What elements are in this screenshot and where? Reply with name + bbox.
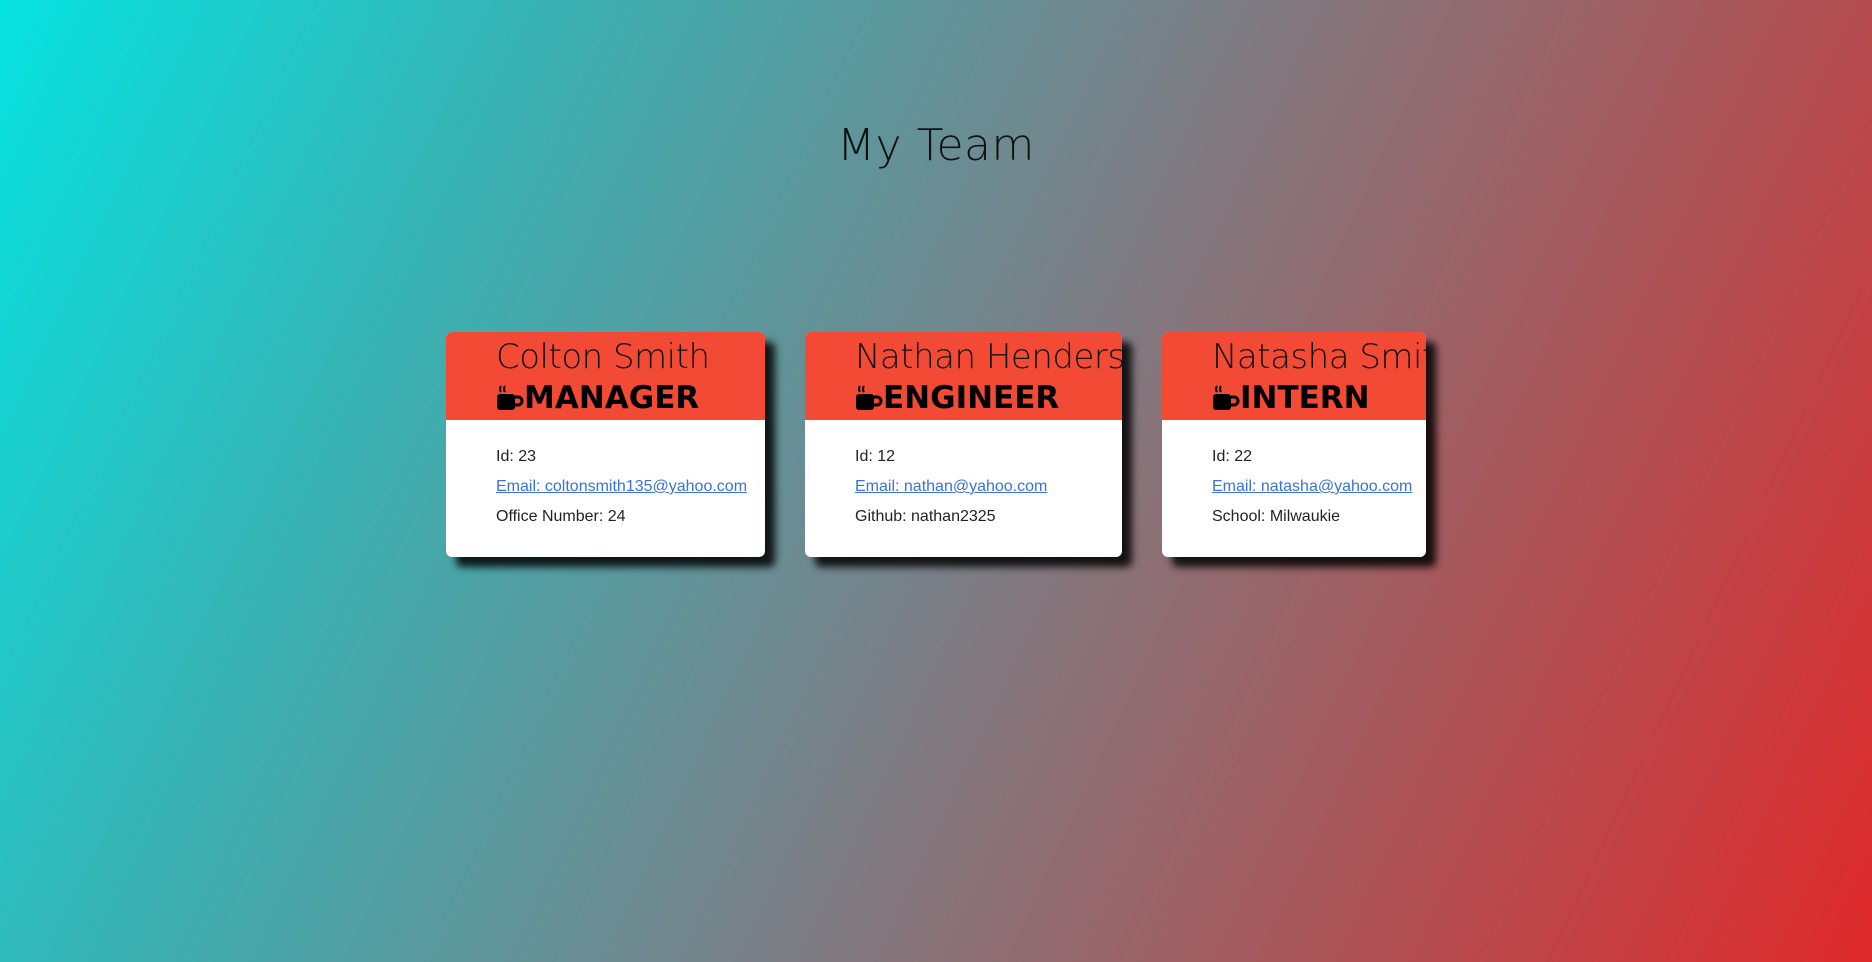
page-title: My Team — [837, 120, 1035, 171]
card-body: Id: 22 Email: natasha@yahoo.com School: … — [1162, 420, 1426, 532]
employee-card-manager: Colton Smith Manager Id: 23 Email: colto… — [446, 332, 765, 557]
card-header: Colton Smith Manager — [446, 332, 765, 420]
employee-name: Colton Smith — [496, 337, 710, 377]
employee-id: Id: 22 — [1212, 448, 1253, 465]
card-body: Id: 12 Email: nathan@yahoo.com Github: n… — [805, 420, 1122, 532]
employee-role: Manager — [496, 380, 765, 416]
role-label: Engineer — [883, 380, 1060, 416]
employee-email-row: Email: nathan@yahoo.com — [855, 472, 1122, 502]
coffee-cup-icon — [855, 384, 883, 412]
employee-email-link[interactable]: Email: natasha@yahoo.com — [1212, 478, 1412, 495]
coffee-cup-icon — [496, 384, 524, 412]
card-header: Nathan Henderson Engineer — [805, 332, 1122, 420]
employee-id: Id: 12 — [855, 448, 896, 465]
employee-email-row: Email: natasha@yahoo.com — [1212, 472, 1426, 502]
employee-name: Natasha Smith — [1212, 337, 1426, 377]
employee-school: School: Milwaukie — [1212, 508, 1341, 525]
employee-office-number: Office Number: 24 — [496, 508, 626, 525]
role-label: Intern — [1240, 380, 1370, 416]
employee-github: Github: nathan2325 — [855, 508, 996, 525]
employee-role: Intern — [1212, 380, 1426, 416]
card-header: Natasha Smith Intern — [1162, 332, 1426, 420]
employee-name: Nathan Henderson — [855, 337, 1122, 377]
coffee-cup-icon — [1212, 384, 1240, 412]
role-label: Manager — [524, 380, 700, 416]
employee-email-row: Email: coltonsmith135@yahoo.com — [496, 472, 765, 502]
employee-card-intern: Natasha Smith Intern Id: 22 Email: natas… — [1162, 332, 1426, 557]
employee-role: Engineer — [855, 380, 1122, 416]
employee-email-link[interactable]: Email: nathan@yahoo.com — [855, 478, 1047, 495]
card-body: Id: 23 Email: coltonsmith135@yahoo.com O… — [446, 420, 765, 532]
employee-email-link[interactable]: Email: coltonsmith135@yahoo.com — [496, 478, 747, 495]
employee-card-engineer: Nathan Henderson Engineer Id: 12 Email: … — [805, 332, 1122, 557]
employee-id: Id: 23 — [496, 448, 537, 465]
